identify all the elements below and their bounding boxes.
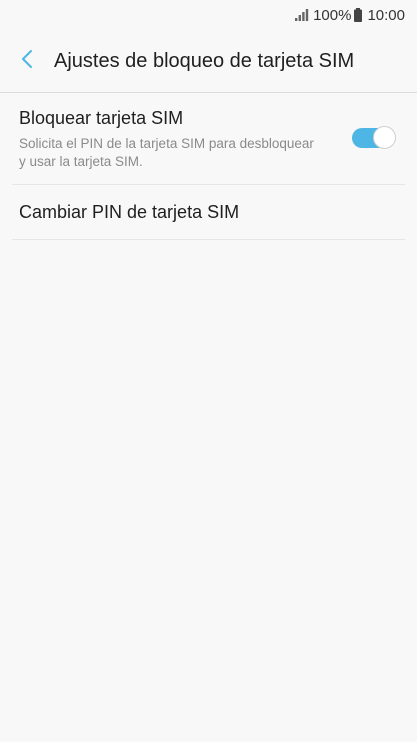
lock-sim-title: Bloquear tarjeta SIM bbox=[19, 108, 184, 128]
row-divider bbox=[12, 239, 405, 240]
page-title: Ajustes de bloqueo de tarjeta SIM bbox=[54, 49, 355, 72]
back-button[interactable] bbox=[12, 46, 42, 76]
clock: 10:00 bbox=[367, 6, 405, 24]
battery-percent: 100% bbox=[313, 6, 352, 24]
change-pin-title: Cambiar PIN de tarjeta SIM bbox=[19, 202, 240, 222]
toggle-thumb bbox=[373, 126, 396, 149]
lock-sim-toggle[interactable] bbox=[352, 126, 396, 150]
lock-sim-row[interactable]: Bloquear tarjeta SIM Solicita el PIN de … bbox=[0, 93, 417, 184]
chevron-left-icon bbox=[21, 49, 33, 74]
app-bar: Ajustes de bloqueo de tarjeta SIM bbox=[0, 38, 417, 84]
settings-list: Bloquear tarjeta SIM Solicita el PIN de … bbox=[0, 93, 417, 240]
signal-bars-icon bbox=[295, 9, 309, 21]
battery-icon bbox=[354, 8, 363, 22]
lock-sim-subtitle: Solicita el PIN de la tarjeta SIM para d… bbox=[19, 136, 314, 169]
status-bar: 100% 10:00 bbox=[0, 0, 417, 30]
change-pin-row[interactable]: Cambiar PIN de tarjeta SIM bbox=[0, 185, 417, 239]
